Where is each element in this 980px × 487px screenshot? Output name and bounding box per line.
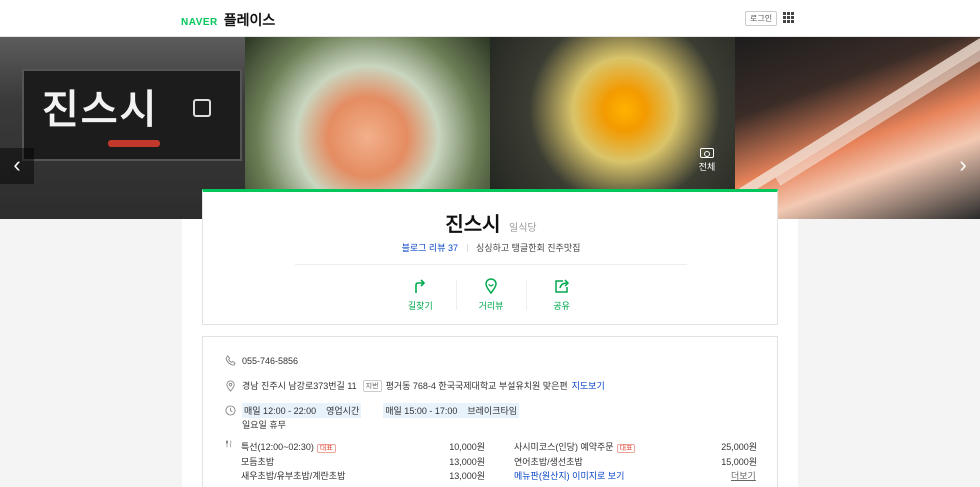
naver-logo: NAVER [181,17,218,28]
street-view-button[interactable]: 거리뷰 [455,278,527,314]
holiday-text: 일요일 휴무 [242,420,286,430]
menu-item-price: 25,000원 [721,442,757,452]
more-menu-link[interactable]: 더보기 [731,469,756,482]
login-button[interactable]: 로그인 [745,11,778,26]
menu-item: 새우초밥/유부초밥/계란초밥 13,000원 [241,469,485,482]
store-sign-text: 진스시 [42,87,159,133]
summary-divider [295,264,687,265]
share-label: 공유 [553,301,570,311]
map-pin-icon [485,278,497,294]
menu-item: 특선(12:00~02:30) 대표 10,000원 [241,440,485,453]
directions-icon [415,279,426,293]
share-icon [554,279,569,293]
menu-item-name: 모듬초밥 [241,457,275,467]
gallery-prev-button[interactable]: ‹ [0,148,34,184]
directions-button[interactable]: 길찾기 [385,278,456,314]
phone-number[interactable]: 055-746-5856 [242,356,298,366]
camera-icon [700,148,714,158]
rep-badge: 대표 [316,444,336,453]
map-view-link[interactable]: 지도보기 [572,379,605,392]
directions-label: 길찾기 [407,301,433,311]
menu-image-link[interactable]: 메뉴판(원산지) 이미지로 보기 [514,469,714,482]
rep-badge: 대표 [616,444,636,453]
menu-image-link-text: 메뉴판(원산지) 이미지로 보기 [514,471,625,481]
menu-item-price: 13,000원 [449,471,485,481]
menu-icon [226,440,232,448]
menu-item-price: 13,000원 [449,457,485,467]
jibun-tag: 지번 [362,379,382,392]
menu-item-name: 사시미코스(인당) 예약주문 [514,442,614,452]
street-view-label: 거리뷰 [478,301,504,311]
place-summary-card: 진스시 일식당 블로그 리뷰 37 싱싱하고 탱글한회 진주맛집 길찾기 거리뷰… [202,189,778,325]
road-address: 경남 진주시 남강로373번길 11 [242,381,357,391]
place-name: 진스시 [445,214,501,236]
menu-item-name: 연어초밥/생선초밥 [514,457,583,467]
clock-icon [225,405,236,416]
place-logo: 플레이스 [223,12,276,28]
menu-item: 모듬초밥 13,000원 [241,455,485,468]
hours-row: 매일 12:00 - 22:00 영업시간 매일 15:00 - 17:00 브… [225,403,520,418]
menu-item-price: 10,000원 [449,442,485,452]
address-row: 경남 진주시 남강로373번길 11 지번 평거동 768-4 한국국제대학교 … [225,379,605,392]
menu-item-price: 15,000원 [721,457,757,467]
menu-item-name: 특선(12:00~02:30) [241,442,314,452]
all-photos-label: 전체 [698,162,716,172]
phone-row: 055-746-5856 [225,355,298,366]
place-tagline: 싱싱하고 탱글한회 진주맛집 [476,243,581,253]
menu-item: 연어초밥/생선초밥 15,000원 [514,455,757,468]
share-button[interactable]: 공유 [526,278,597,314]
phone-icon [225,355,236,366]
all-photos-button[interactable]: 전체 [692,148,722,178]
gallery-next-button[interactable]: › [946,148,980,184]
menu-item: 사시미코스(인당) 예약주문 대표 25,000원 [514,440,757,453]
location-icon [226,380,235,392]
blog-review-link[interactable]: 블로그 리뷰 37 [402,243,458,253]
menu-item-name: 새우초밥/유부초밥/계란초밥 [241,471,346,481]
business-hours[interactable]: 매일 12:00 - 22:00 영업시간 [242,403,362,418]
store-sign-badge [193,99,211,117]
store-sign-sushi [108,140,160,147]
divider [466,244,468,252]
top-bar: NAVER 플레이스 로그인 [0,0,980,37]
apps-grid-icon[interactable] [783,12,794,23]
place-category: 일식당 [509,223,537,234]
break-time[interactable]: 매일 15:00 - 17:00 브레이크타임 [383,403,520,418]
action-bar: 길찾기 거리뷰 공유 [385,278,597,314]
brand-logo[interactable]: NAVER 플레이스 [181,10,275,30]
place-info-card: 055-746-5856 경남 진주시 남강로373번길 11 지번 평거동 7… [202,336,778,487]
jibun-address: 평거동 768-4 한국국제대학교 부설유치원 맞은편 [385,381,568,391]
holiday-row: 일요일 휴무 [242,418,286,431]
